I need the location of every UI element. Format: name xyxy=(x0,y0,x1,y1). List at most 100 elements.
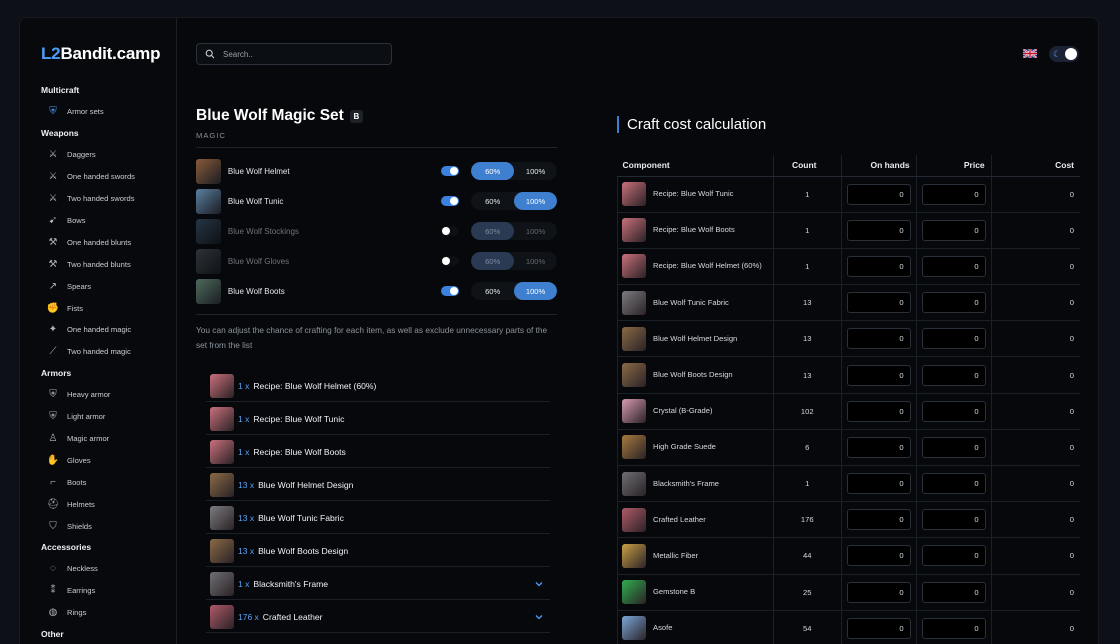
column-header-on-hands[interactable]: On hands xyxy=(840,155,917,177)
column-header-component[interactable]: Component xyxy=(617,155,774,177)
column-header-count[interactable]: Count xyxy=(772,155,842,177)
count-cell: 25 xyxy=(772,574,842,611)
site-logo[interactable]: L2Bandit.camp xyxy=(41,44,160,64)
sidebar-item-neckless[interactable]: ◌ Neckless xyxy=(41,558,171,580)
price-input[interactable]: 0 xyxy=(921,183,986,205)
sidebar-item-two-handed-blunts[interactable]: ⚒ Two handed blunts xyxy=(41,253,171,275)
table-row: High Grade Suede 6 0 0 0 xyxy=(617,429,1080,467)
search-input[interactable] xyxy=(223,49,373,59)
component-thumbnail xyxy=(622,182,646,207)
sidebar-item-label: Earrings xyxy=(67,586,96,596)
on-hands-input[interactable]: 0 xyxy=(846,292,911,314)
sidebar-item-armor-sets[interactable]: ⛨ Armor sets xyxy=(41,101,171,123)
sidebar-item-one-handed-magic[interactable]: ✦ One handed magic xyxy=(41,319,171,341)
on-hands-input[interactable]: 0 xyxy=(846,328,911,350)
sidebar-item-boots[interactable]: ⌐ Boots xyxy=(41,471,171,493)
price-input[interactable]: 0 xyxy=(921,364,986,386)
uk-flag-icon[interactable] xyxy=(1023,49,1037,58)
sidebar-item-heavy-armor[interactable]: ⛨ Heavy armor xyxy=(41,384,171,406)
sidebar-item-shields[interactable]: ⛉ Shields xyxy=(41,515,171,537)
chevron-down-icon[interactable] xyxy=(534,612,544,622)
on-hands-input[interactable]: 0 xyxy=(846,545,911,567)
price-input[interactable]: 0 xyxy=(921,328,986,350)
on-hands-input[interactable]: 0 xyxy=(846,255,911,277)
on-hands-input[interactable]: 0 xyxy=(846,183,911,205)
table-row: Blacksmith's Frame 1 0 0 0 xyxy=(617,465,1080,503)
sidebar-item-fists[interactable]: ✊ Fists xyxy=(41,297,171,319)
sidebar-item-spears[interactable]: ↗ Spears xyxy=(41,275,171,297)
divider xyxy=(196,147,557,148)
chance-option-high[interactable]: 100% xyxy=(514,252,557,270)
count-cell: 13 xyxy=(772,356,842,394)
sidebar-item-two-handed-magic[interactable]: ⟋ Two handed magic xyxy=(41,341,171,363)
sidebar-item-bows[interactable]: ➹ Bows xyxy=(41,210,171,232)
chance-option-low[interactable]: 60% xyxy=(471,162,515,180)
component-name: Gemstone B xyxy=(653,587,696,597)
chance-option-low[interactable]: 60% xyxy=(471,282,514,300)
component-name: High Grade Suede xyxy=(653,442,716,452)
chance-selector: 60% 100% xyxy=(471,192,557,210)
part-enabled-toggle[interactable] xyxy=(441,166,460,176)
sidebar-item-magic-armor[interactable]: ♙ Magic armor xyxy=(41,428,171,450)
sidebar-item-daggers[interactable]: ⚔ Daggers xyxy=(41,144,171,166)
table-row: Blue Wolf Helmet Design 13 0 0 0 xyxy=(617,320,1080,358)
cost-cell: 0 xyxy=(990,176,1080,213)
on-hands-input[interactable]: 0 xyxy=(846,364,911,386)
material-row[interactable]: 1 x Blacksmith's Frame xyxy=(206,568,550,600)
chance-option-high[interactable]: 100% xyxy=(514,222,557,240)
price-input[interactable]: 0 xyxy=(921,400,986,422)
price-input[interactable]: 0 xyxy=(921,436,986,458)
sidebar-item-earrings[interactable]: ⁑ Earrings xyxy=(41,580,171,602)
sidebar-item-label: Two handed blunts xyxy=(67,259,131,269)
sidebar-item-one-handed-blunts[interactable]: ⚒ One handed blunts xyxy=(41,231,171,253)
on-hands-input[interactable]: 0 xyxy=(846,581,911,603)
chance-option-high[interactable]: 100% xyxy=(514,282,557,300)
price-input[interactable]: 0 xyxy=(921,545,986,567)
material-name: Blue Wolf Boots Design xyxy=(258,545,349,556)
calc-header: Craft cost calculation xyxy=(617,116,766,133)
on-hands-cell: 0 xyxy=(840,284,917,322)
part-enabled-toggle[interactable] xyxy=(441,286,460,296)
chance-option-low[interactable]: 60% xyxy=(471,192,514,210)
part-enabled-toggle[interactable] xyxy=(441,256,460,266)
price-input[interactable]: 0 xyxy=(921,509,986,531)
component-cell: Blue Wolf Boots Design xyxy=(617,356,774,394)
sidebar-section-title: Armors xyxy=(41,367,72,378)
on-hands-input[interactable]: 0 xyxy=(846,473,911,495)
chance-option-high[interactable]: 100% xyxy=(514,192,557,210)
part-enabled-toggle[interactable] xyxy=(441,226,460,236)
chance-option-high[interactable]: 100% xyxy=(514,162,557,180)
blunt-icon: ⚒ xyxy=(48,236,58,248)
search-bar[interactable] xyxy=(196,43,392,65)
sidebar-item-two-handed-swords[interactable]: ⚔ Two handed swords xyxy=(41,188,171,210)
price-cell: 0 xyxy=(915,320,992,358)
price-input[interactable]: 0 xyxy=(921,473,986,495)
sidebar-item-rings[interactable]: ◍ Rings xyxy=(41,602,171,624)
sidebar-item-one-handed-swords[interactable]: ⚔ One handed swords xyxy=(41,166,171,188)
price-input[interactable]: 0 xyxy=(921,219,986,241)
cost-cell: 0 xyxy=(990,248,1080,286)
price-cell: 0 xyxy=(915,212,992,249)
theme-toggle[interactable]: ☾ xyxy=(1049,46,1079,62)
price-input[interactable]: 0 xyxy=(921,581,986,603)
chance-option-low[interactable]: 60% xyxy=(471,222,515,240)
part-enabled-toggle[interactable] xyxy=(441,196,460,206)
column-header-price[interactable]: Price xyxy=(915,155,992,177)
chevron-down-icon[interactable] xyxy=(534,579,544,589)
chance-option-low[interactable]: 60% xyxy=(471,252,515,270)
price-input[interactable]: 0 xyxy=(921,255,986,277)
sidebar-item-light-armor[interactable]: ⛨ Light armor xyxy=(41,406,171,428)
on-hands-input[interactable]: 0 xyxy=(846,617,911,639)
price-input[interactable]: 0 xyxy=(921,617,986,639)
on-hands-input[interactable]: 0 xyxy=(846,436,911,458)
material-row[interactable]: 176 x Crafted Leather xyxy=(206,601,550,633)
price-input[interactable]: 0 xyxy=(921,292,986,314)
on-hands-input[interactable]: 0 xyxy=(846,509,911,531)
on-hands-input[interactable]: 0 xyxy=(846,219,911,241)
material-row: 13 x Blue Wolf Tunic Fabric xyxy=(206,502,550,534)
sidebar-item-helmets[interactable]: ⛑ Helmets xyxy=(41,493,171,515)
column-header-cost[interactable]: Cost xyxy=(990,155,1080,177)
component-cell: Recipe: Blue Wolf Tunic xyxy=(617,176,774,213)
on-hands-input[interactable]: 0 xyxy=(846,400,911,422)
sidebar-item-gloves[interactable]: ✋ Gloves xyxy=(41,449,171,471)
